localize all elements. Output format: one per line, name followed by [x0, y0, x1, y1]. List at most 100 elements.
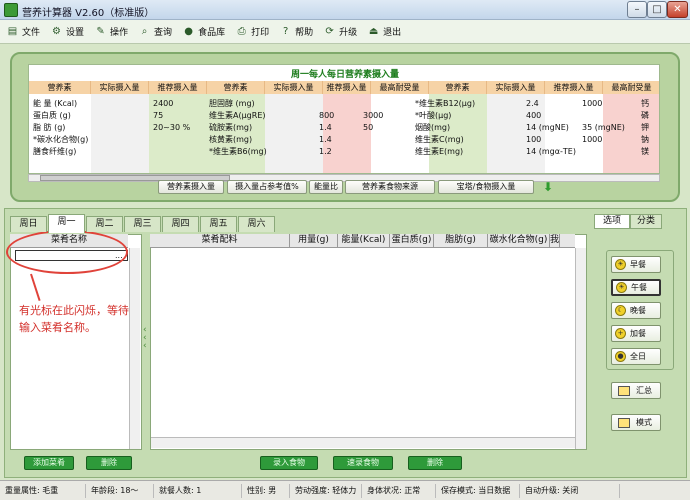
toolbar-help-button[interactable]: ? 帮助: [279, 25, 313, 38]
arrow-down-icon[interactable]: ⬇: [541, 180, 555, 194]
maximize-button[interactable]: □: [647, 1, 667, 18]
tab-sat[interactable]: 周六: [238, 216, 275, 232]
status-field: 年龄段: 18～: [86, 483, 154, 498]
ingredient-column-header: 脂肪(g): [434, 234, 488, 247]
exit-icon: ⏏: [368, 26, 379, 37]
status-field: 性别: 男: [242, 483, 290, 498]
nutrient-name: 磷: [641, 111, 649, 120]
nutrient-header: 实际摄入量: [265, 81, 323, 94]
sun-icon: ☀: [616, 282, 627, 293]
meal-label: 午餐: [631, 283, 647, 292]
nutrient-name: 维生素C(mg): [415, 135, 464, 144]
ingredient-column-header: 用量(g): [290, 234, 338, 247]
print-icon: ⎙: [237, 26, 246, 37]
toolbar-exit-button[interactable]: ⏏ 退出: [367, 25, 401, 38]
toolbar-document-button[interactable]: ▤ 文件: [6, 25, 40, 38]
nutrient-max: [363, 146, 419, 158]
toolbar: ▤ 文件 ⚙ 设置 ✎ 操作 ⌕ 查询 ● 食品库 ⎙ 打印? 帮助 ⟳ 升级 ⏏ 退出: [0, 20, 690, 44]
ingredient-table[interactable]: [150, 234, 587, 450]
toolbar-label: 帮助: [295, 28, 314, 38]
delete-food-button[interactable]: 删除: [408, 456, 462, 470]
nutrient-view-button[interactable]: 能量比: [309, 180, 343, 194]
upgrade-icon: ⟳: [325, 26, 334, 37]
sun-icon: ☀: [615, 259, 626, 270]
nutrient-recommended: 75: [153, 111, 164, 120]
mode-icon: [618, 417, 630, 428]
splitter-arrows-icon[interactable]: ‹ ‹ ‹: [143, 326, 147, 351]
ingredient-column-header: 碳水化合物(g): [488, 234, 550, 247]
help-icon: ?: [282, 26, 289, 37]
ingredient-vertical-scrollbar[interactable]: [575, 248, 586, 449]
nutrient-view-button[interactable]: 宝塔/食物摄入量: [438, 180, 534, 194]
nutrient-recommended: [153, 134, 207, 146]
tab-options[interactable]: 选项: [594, 214, 630, 229]
nutrient-header: 推荐摄入量: [149, 81, 207, 94]
settings-icon: ⚙: [52, 26, 61, 37]
nutrient-recommended: 1.4: [319, 135, 332, 144]
nutrient-name: 镁: [641, 147, 649, 156]
nutrient-view-button[interactable]: 营养素摄入量: [158, 180, 224, 194]
nutrient-name: 胆固醇 (mg): [209, 99, 255, 108]
nutrient-recommended: [319, 98, 369, 110]
nutrient-table: 周一每人每日营养素摄入量 营养素 实际摄入量 推荐摄入量 营养素 实际摄入量 推荐摄入量最…: [28, 64, 660, 174]
minimize-button[interactable]: –: [627, 1, 647, 18]
plus-icon: +: [615, 328, 626, 339]
status-field: 身体状况: 正常: [362, 483, 436, 498]
summary-icon: [618, 385, 630, 396]
mode-button[interactable]: 模式: [611, 414, 661, 431]
query-icon: ⌕: [141, 26, 148, 37]
toolbar-upgrade-button[interactable]: ⟳ 升级: [323, 25, 357, 38]
toolbar-query-button[interactable]: ⌕ 查询: [138, 25, 172, 38]
nutrient-name: 钾: [641, 123, 649, 132]
nutrient-recommended: 1.4: [319, 123, 332, 132]
tab-wed[interactable]: 周三: [124, 216, 161, 232]
tab-thu[interactable]: 周四: [162, 216, 199, 232]
nutrient-name: 维生素A(μgRE): [209, 111, 266, 120]
nutrient-name: 脂 肪 (g): [33, 123, 66, 132]
status-bar: 重量属性: 毛重 年龄段: 18～ 就餐人数: 1 性别: 男劳动强度: 轻体力 身体状…: [0, 480, 690, 500]
nutrient-recommended: 1.2: [319, 147, 332, 156]
select-food-button[interactable]: 速录食物: [333, 456, 393, 470]
toolbar-operate-button[interactable]: ✎ 操作: [94, 25, 128, 38]
toolbar-food-library-button[interactable]: ● 食品库: [182, 25, 225, 38]
toolbar-print-button[interactable]: ⎙ 打印: [235, 25, 270, 38]
dish-list-scrollbar[interactable]: [129, 248, 140, 449]
nutrient-view-button[interactable]: 摄入量占参考值%: [227, 180, 307, 194]
add-dish-button[interactable]: 添加菜肴: [24, 456, 74, 470]
nutrient-name: 能 量 (Kcal): [33, 99, 78, 108]
nutrient-table-title: 周一每人每日营养素摄入量: [290, 70, 399, 80]
meal-dinner-button[interactable]: ☾ 晚餐: [611, 302, 661, 319]
meal-lunch-button[interactable]: ☀ 午餐: [611, 279, 661, 296]
toolbar-settings-button[interactable]: ⚙ 设置: [50, 25, 84, 38]
summary-button[interactable]: 汇总: [611, 382, 661, 399]
nutrient-header: 营养素: [207, 81, 265, 94]
nutrient-header: 推荐摄入量: [323, 81, 371, 94]
meal-allday-button[interactable]: ● 全日: [611, 348, 661, 365]
meal-breakfast-button[interactable]: ☀ 早餐: [611, 256, 661, 273]
ingredient-horizontal-scrollbar[interactable]: [151, 437, 575, 448]
tab-category[interactable]: 分类: [630, 214, 662, 229]
ingredient-column-header: 能量(Kcal): [338, 234, 390, 247]
tab-mon[interactable]: 周一: [48, 214, 85, 233]
food-library-icon: ●: [184, 26, 193, 37]
tab-sun[interactable]: 周日: [10, 216, 47, 232]
status-field: 自动升级: 关闭: [520, 483, 620, 498]
tab-tue[interactable]: 周二: [86, 216, 123, 232]
annotation-circle: [6, 230, 128, 274]
nutrient-name: *碳水化合物(g): [33, 135, 89, 144]
meal-snack-button[interactable]: + 加餐: [611, 325, 661, 342]
delete-dish-button[interactable]: 删除: [86, 456, 132, 470]
close-button[interactable]: ✕: [667, 1, 688, 18]
circle-icon: ●: [615, 351, 626, 362]
meal-label: 全日: [630, 352, 646, 361]
status-field: 就餐人数: 1: [154, 483, 242, 498]
record-food-button[interactable]: 录入食物: [260, 456, 318, 470]
nutrient-header: 营养素: [29, 81, 91, 94]
status-field: 劳动强度: 轻体力: [290, 483, 362, 498]
nutrient-header: 最高耐受量: [371, 81, 429, 94]
nutrient-name: 蛋白质 (g): [33, 111, 71, 120]
tab-fri[interactable]: 周五: [200, 216, 237, 232]
toolbar-label: 退出: [383, 28, 402, 38]
nutrient-name: *维生素B6(mg): [209, 147, 267, 156]
nutrient-view-button[interactable]: 营养素食物来源: [345, 180, 435, 194]
